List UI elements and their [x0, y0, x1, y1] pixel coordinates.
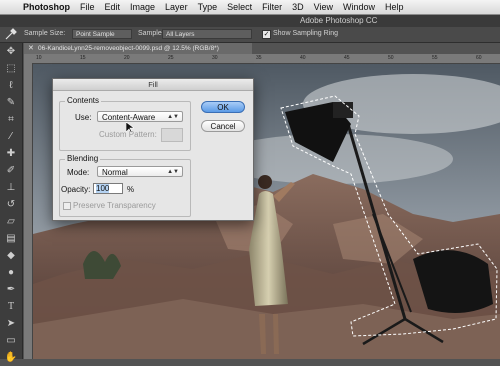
eraser-icon[interactable]: ▱ [0, 213, 22, 230]
lasso-icon[interactable]: ℓ [0, 77, 22, 94]
quick-select-icon[interactable]: ✎ [0, 94, 22, 111]
ruler-tick: 40 [300, 55, 306, 61]
vertical-ruler [24, 63, 33, 359]
ruler-tick: 15 [80, 55, 86, 61]
sampling-ring-checkbox[interactable]: ✓ [262, 30, 271, 39]
pen-icon[interactable]: ✒ [0, 281, 22, 298]
document-tab[interactable]: ✕ 06-KandiceLynn25-removeobject-0099.psd… [24, 43, 252, 54]
hand-icon[interactable]: ✋ [0, 349, 22, 366]
use-label: Use: [75, 113, 92, 122]
menu-photoshop[interactable]: Photoshop [18, 2, 75, 12]
ruler-tick: 35 [256, 55, 262, 61]
sample-value: All Layers [166, 31, 195, 38]
menu-view[interactable]: View [309, 2, 338, 12]
sample-size-dropdown[interactable]: Point Sample [72, 29, 132, 39]
opacity-value: 100 [96, 184, 110, 193]
ruler-tick: 50 [388, 55, 394, 61]
menu-type[interactable]: Type [193, 2, 223, 12]
eyedropper-tool-icon[interactable]: ⁄ [0, 128, 22, 145]
path-select-icon[interactable]: ➤ [0, 315, 22, 332]
close-tab-icon[interactable]: ✕ [28, 43, 34, 54]
healing-icon[interactable]: ✚ [0, 145, 22, 162]
sample-size-label: Sample Size: [24, 30, 66, 37]
opacity-label: Opacity: [61, 185, 91, 194]
menu-layer[interactable]: Layer [160, 2, 193, 12]
blur-icon[interactable]: ◆ [0, 247, 22, 264]
menu-3d[interactable]: 3D [287, 2, 309, 12]
menu-file[interactable]: File [75, 2, 100, 12]
ok-button[interactable]: OK [201, 101, 245, 113]
type-icon[interactable]: T [0, 298, 22, 315]
menu-filter[interactable]: Filter [257, 2, 287, 12]
use-value: Content-Aware [102, 113, 156, 122]
brush-icon[interactable]: ✐ [0, 162, 22, 179]
eyedropper-icon[interactable] [4, 28, 20, 40]
contents-group [59, 101, 191, 151]
document-tab-label: 06-KandiceLynn25-removeobject-0099.psd @… [38, 45, 219, 52]
ruler-tick: 55 [432, 55, 438, 61]
sample-label: Sample: [138, 30, 164, 37]
stamp-icon[interactable]: ⊥ [0, 179, 22, 196]
shape-icon[interactable]: ▭ [0, 332, 22, 349]
preserve-transparency-label: Preserve Transparency [73, 201, 156, 210]
ruler-tick: 20 [124, 55, 130, 61]
sampling-ring-label: Show Sampling Ring [273, 30, 338, 37]
sample-size-value: Point Sample [76, 31, 115, 38]
mouse-cursor-icon [125, 121, 135, 136]
mode-label: Mode: [67, 168, 90, 177]
dodge-icon[interactable]: ● [0, 264, 22, 281]
sample-dropdown[interactable]: All Layers [162, 29, 252, 39]
window-title: Adobe Photoshop CC [300, 16, 378, 25]
ruler-tick: 10 [36, 55, 42, 61]
marquee-icon[interactable]: ⬚ [0, 60, 22, 77]
history-brush-icon[interactable]: ↺ [0, 196, 22, 213]
contents-label: Contents [65, 96, 102, 105]
ruler-tick: 45 [344, 55, 350, 61]
menu-select[interactable]: Select [222, 2, 257, 12]
options-bar: Sample Size: Point Sample Sample: All La… [0, 27, 500, 43]
opacity-unit: % [127, 185, 135, 194]
crop-icon[interactable]: ⌗ [0, 111, 22, 128]
mode-value: Normal [102, 168, 128, 177]
select-arrows-icon: ▲▼ [167, 114, 179, 120]
tools-panel: ✥ ⬚ ℓ ✎ ⌗ ⁄ ✚ ✐ ⊥ ↺ ▱ ▤ ◆ ● ✒ T ➤ ▭ ✋ [0, 43, 23, 363]
ruler-tick: 25 [168, 55, 174, 61]
ruler-tick: 60 [476, 55, 482, 61]
cancel-button[interactable]: Cancel [201, 120, 245, 132]
menu-window[interactable]: Window [338, 2, 380, 12]
window-title-bar: Adobe Photoshop CC [0, 15, 500, 27]
menu-help[interactable]: Help [380, 2, 409, 12]
ruler-tick: 30 [212, 55, 218, 61]
menu-edit[interactable]: Edit [100, 2, 126, 12]
dialog-title: Fill [53, 79, 253, 91]
blending-label: Blending [65, 154, 101, 163]
gradient-icon[interactable]: ▤ [0, 230, 22, 247]
select-arrows-icon: ▲▼ [167, 169, 179, 175]
mode-select[interactable]: Normal ▲▼ [97, 166, 183, 177]
menu-image[interactable]: Image [125, 2, 160, 12]
move-icon[interactable]: ✥ [0, 43, 22, 60]
use-select[interactable]: Content-Aware ▲▼ [97, 111, 183, 122]
horizontal-ruler: 10 15 20 25 30 35 40 45 50 55 60 [24, 54, 500, 64]
preserve-transparency-checkbox[interactable] [63, 202, 71, 210]
opacity-input[interactable]: 100 [93, 183, 123, 194]
menu-bar: Photoshop File Edit Image Layer Type Sel… [0, 0, 500, 15]
custom-pattern-swatch [161, 128, 183, 142]
fill-dialog: Fill Contents Use: Content-Aware ▲▼ Cust… [52, 78, 254, 221]
